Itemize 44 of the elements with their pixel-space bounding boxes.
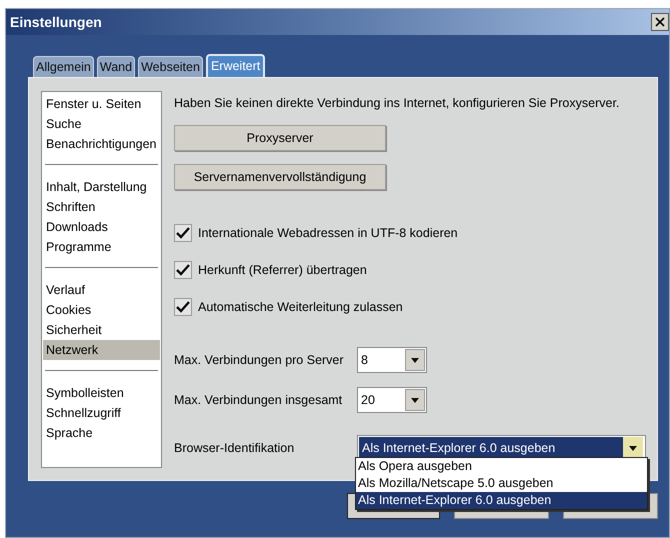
window-title: Einstellungen	[10, 12, 102, 32]
sidebar-item[interactable]: Sicherheit	[43, 320, 160, 340]
tab[interactable]: Erweitert	[206, 54, 266, 77]
sidebar-item[interactable]: Symbolleisten	[43, 383, 160, 403]
sidebar-item[interactable]: Benachrichtigungen	[43, 134, 160, 154]
sidebar-item[interactable]: Inhalt, Darstellung	[43, 177, 160, 197]
sidebar-item[interactable]: Verlauf	[43, 280, 160, 300]
sidebar-item[interactable]: Suche	[43, 114, 160, 134]
dropdown-arrow-icon	[411, 358, 419, 362]
sidebar-item[interactable]: Netzwerk	[43, 340, 160, 360]
checkbox-label: Internationale Webadressen in UTF-8 kodieren	[198, 224, 458, 242]
checkbox-label: Automatische Weiterleitung zulassen	[198, 298, 403, 316]
field-label: Max. Verbindungen pro Server	[174, 352, 345, 369]
checkmark-icon	[176, 264, 190, 276]
checkbox[interactable]	[174, 261, 192, 279]
field-label: Browser-Identifikation	[174, 440, 296, 457]
sidebar-item[interactable]: Sprache	[43, 423, 160, 443]
close-icon	[655, 17, 665, 27]
checkbox[interactable]	[174, 224, 192, 242]
dropdown-arrow-icon	[411, 398, 419, 402]
sidebar-item[interactable]: Programme	[43, 237, 160, 257]
close-button[interactable]	[651, 13, 669, 31]
number-dropdown[interactable]: 8	[357, 347, 427, 373]
sidebar-item[interactable]: Schnellzugriff	[43, 403, 160, 423]
action-button[interactable]: Proxyserver	[174, 125, 386, 151]
checkbox[interactable]	[174, 298, 192, 316]
checkbox-label: Herkunft (Referrer) übertragen	[198, 262, 367, 279]
checkmark-icon	[176, 227, 190, 239]
dropdown-option[interactable]: Als Internet-Explorer 6.0 ausgeben	[356, 492, 647, 509]
sidebar-item[interactable]: Schriften	[43, 197, 160, 217]
number-dropdown[interactable]: 20	[357, 387, 427, 413]
tab[interactable]: Allgemein	[33, 56, 94, 77]
sidebar-item[interactable]: Cookies	[43, 300, 160, 320]
dropdown-option[interactable]: Als Mozilla/Netscape 5.0 ausgeben	[356, 475, 647, 492]
tab[interactable]: Wand	[96, 56, 136, 77]
checkmark-icon	[176, 301, 190, 313]
action-button[interactable]: Servernamenvervollständigung	[174, 164, 386, 190]
dropdown-arrow-icon	[629, 446, 637, 450]
sidebar-item[interactable]: Downloads	[43, 217, 160, 237]
sidebar-item[interactable]: Fenster u. Seiten	[43, 94, 160, 114]
intro-text: Haben Sie keinen direkte Verbindung ins Internet, konfigurieren Sie Proxyserver.	[174, 95, 620, 112]
tab[interactable]: Webseiten	[138, 56, 203, 77]
dropdown-option[interactable]: Als Opera ausgeben	[356, 458, 647, 475]
field-label: Max. Verbindungen insgesamt	[174, 392, 344, 409]
